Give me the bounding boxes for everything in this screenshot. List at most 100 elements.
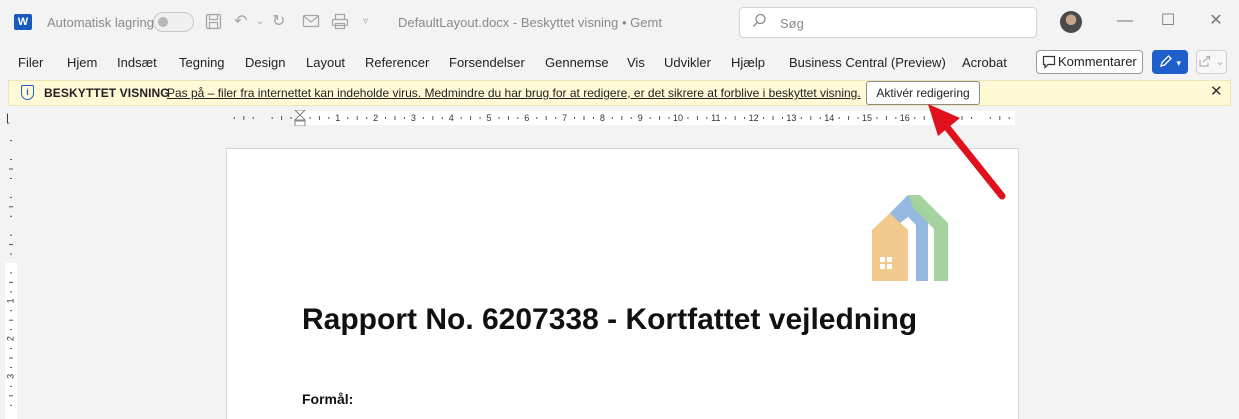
annotation-arrow-icon: [928, 104, 1006, 200]
print-preview-icon[interactable]: [331, 13, 349, 35]
tab-stop-icon: ⌊: [6, 113, 11, 125]
ruler-tick: [895, 117, 897, 119]
ruler-number: 7: [562, 113, 567, 123]
ruler-tick: [819, 117, 821, 119]
protected-view-bar: i BESKYTTET VISNING Pas på – filer fra i…: [8, 80, 1231, 106]
ruler-number: 16: [900, 113, 910, 123]
minimize-icon[interactable]: —: [1115, 12, 1135, 30]
editing-mode-button[interactable]: ▾: [1152, 50, 1188, 74]
tab-forsendelser[interactable]: Forsendelser: [449, 55, 525, 70]
ruler-tick: [687, 117, 689, 119]
shield-info-icon: i: [21, 85, 34, 100]
close-banner-icon[interactable]: ✕: [1210, 84, 1223, 100]
tab-udvikler[interactable]: Udvikler: [664, 55, 711, 70]
autosave-toggle[interactable]: [153, 12, 194, 32]
ruler-tick: [233, 117, 235, 119]
ruler-number: 3: [5, 374, 15, 379]
share-button[interactable]: ⌄: [1196, 50, 1227, 74]
tab-indsaet[interactable]: Indsæt: [117, 55, 157, 70]
ruler-tick: [10, 140, 12, 142]
ruler-tick: [659, 116, 661, 120]
redo-icon[interactable]: ↻: [272, 13, 285, 31]
ruler-tick: [328, 117, 330, 119]
ruler-number: 8: [600, 113, 605, 123]
tab-tegning[interactable]: Tegning: [179, 55, 225, 70]
user-avatar[interactable]: [1060, 11, 1082, 33]
protected-view-message[interactable]: Pas på – filer fra internettet kan indeh…: [167, 86, 861, 100]
document-page[interactable]: Rapport No. 6207338 - Kortfattet vejledn…: [226, 148, 1019, 419]
ruler-tick: [10, 253, 12, 255]
save-icon[interactable]: [205, 13, 222, 35]
undo-dropdown-chevron-icon[interactable]: ⌄: [256, 13, 264, 31]
search-input[interactable]: [780, 14, 1020, 32]
ruler-number: 5: [486, 113, 491, 123]
ruler-tick: [347, 117, 349, 119]
toggle-knob: [158, 17, 168, 27]
ruler-tick: [857, 117, 859, 119]
tab-layout[interactable]: Layout: [306, 55, 345, 70]
ruler-tick: [763, 117, 765, 119]
ruler-tick: [611, 117, 613, 119]
ruler-tick: [9, 206, 13, 208]
ruler-number: 4: [449, 113, 454, 123]
share-icon: [1198, 55, 1215, 68]
maximize-icon[interactable]: ☐: [1158, 12, 1178, 30]
ruler-number: 2: [373, 113, 378, 123]
ruler-tick: [10, 196, 12, 198]
tab-referencer[interactable]: Referencer: [365, 55, 429, 70]
house-logo-icon: [872, 195, 948, 281]
email-icon[interactable]: [302, 13, 320, 34]
ruler-tick: [470, 116, 472, 120]
ruler-tick: [9, 319, 13, 321]
tab-hjem[interactable]: Hjem: [67, 55, 97, 70]
vertical-ruler[interactable]: 1 2 3: [4, 130, 18, 419]
ruler-tick: [10, 234, 12, 236]
tab-filer[interactable]: Filer: [18, 55, 43, 70]
ruler-tick: [9, 244, 13, 246]
ruler-number: 3: [411, 113, 416, 123]
document-title: DefaultLayout.docx - Beskyttet visning •…: [398, 15, 662, 30]
comments-button[interactable]: Kommentarer: [1036, 50, 1143, 74]
tab-business-central[interactable]: Business Central (Preview): [789, 55, 946, 70]
word-app-icon: W: [14, 14, 32, 30]
horizontal-ruler[interactable]: 1 2 3 4 5 6 7 8 9 10 11 12 13 14 15 16: [225, 110, 1020, 126]
ruler-tick: [592, 117, 594, 119]
ruler-tick: [772, 116, 774, 120]
undo-icon[interactable]: ↶: [234, 13, 247, 31]
ruler-number: 15: [862, 113, 872, 123]
ruler-tick: [744, 117, 746, 119]
ruler-tick: [725, 117, 727, 119]
ruler-tick: [621, 116, 623, 120]
ruler-tick: [403, 117, 405, 119]
tab-hjaelp[interactable]: Hjælp: [731, 55, 765, 70]
ruler-tick: [366, 117, 368, 119]
ruler-number: 1: [5, 298, 15, 303]
tab-vis[interactable]: Vis: [627, 55, 645, 70]
comments-button-label: Kommentarer: [1058, 54, 1137, 69]
ruler-tick: [441, 117, 443, 119]
ruler-number: 10: [673, 113, 683, 123]
ruler-tick: [885, 116, 887, 120]
ruler-number: 12: [749, 113, 759, 123]
customize-toolbar-icon[interactable]: ▿: [363, 13, 368, 31]
ruler-tick: [583, 116, 585, 120]
ruler-tick: [630, 117, 632, 119]
protected-view-title: BESKYTTET VISNING: [44, 86, 170, 100]
tab-gennemse[interactable]: Gennemse: [545, 55, 609, 70]
ruler-tick: [479, 117, 481, 119]
title-bar: W Automatisk lagring ↶ ⌄ ↻ ▿ DefaultLayo…: [0, 0, 1239, 44]
autosave-label: Automatisk lagring: [47, 15, 154, 30]
ruler-tick: [668, 117, 670, 119]
ruler-tick: [271, 117, 273, 119]
tab-design[interactable]: Design: [245, 55, 285, 70]
share-chevron-icon: ⌄: [1215, 56, 1225, 68]
tab-acrobat[interactable]: Acrobat: [962, 55, 1007, 70]
ruler-tick: [10, 385, 12, 387]
ruler-tick: [914, 117, 916, 119]
ruler-tick: [309, 117, 311, 119]
close-window-icon[interactable]: ✕: [1206, 12, 1226, 30]
ruler-tick: [10, 177, 12, 179]
tab-selector[interactable]: ⌊: [0, 108, 22, 130]
ruler-tick: [394, 116, 396, 120]
search-box[interactable]: [739, 7, 1037, 38]
